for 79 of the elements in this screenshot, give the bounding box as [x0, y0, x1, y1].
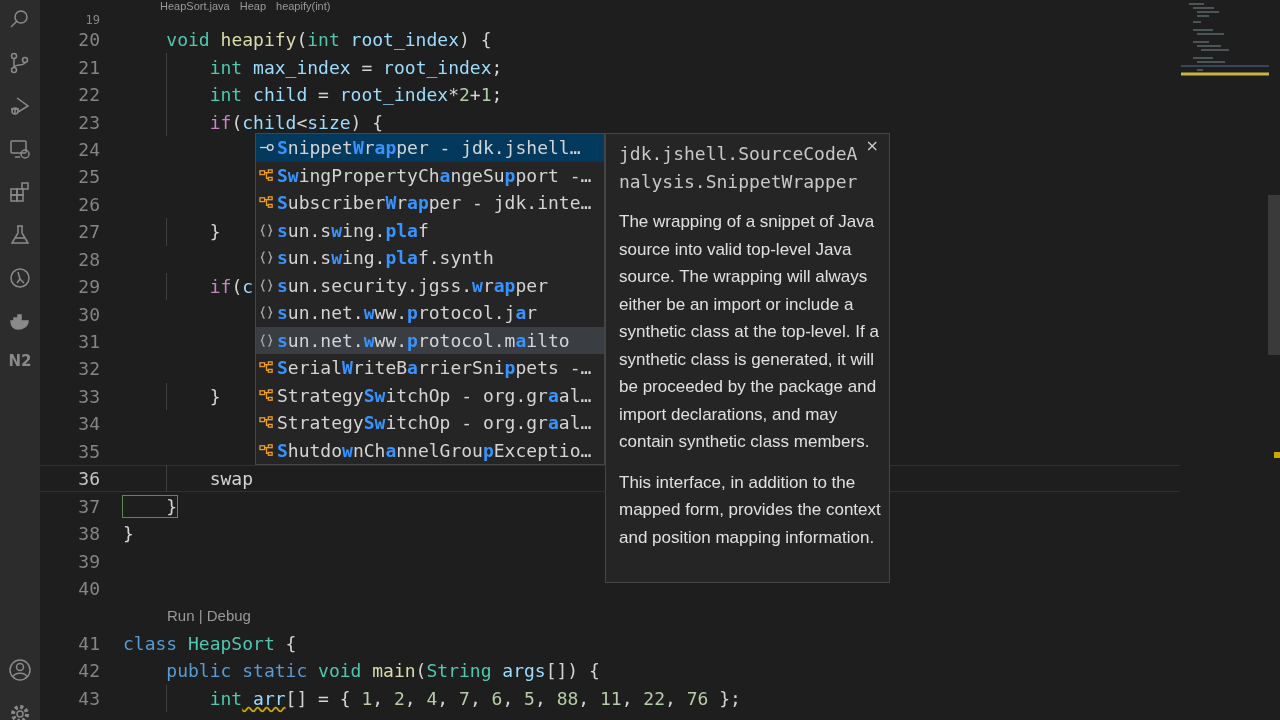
line-number: 27 [77, 221, 100, 243]
code-line: } [208, 385, 221, 407]
line-number: 31 [77, 331, 100, 353]
line-number: 36 [77, 468, 100, 490]
line-number: 20 [77, 29, 100, 51]
code-line: if(child<size) { [208, 111, 384, 133]
code-line: int arr[] = { 1, 2, 4, 7, 6, 5, 88, 11, 22, 76 }; [208, 687, 741, 709]
code-line: } [123, 495, 178, 517]
line-number: 41 [77, 632, 100, 654]
extension-logo[interactable]: N2 [8, 352, 32, 370]
suggestion-item[interactable]: SerialWriteBa rrierSnippets -… [256, 354, 604, 382]
code-line: class HeapSort { [123, 632, 297, 654]
line-number: 30 [77, 303, 100, 325]
line-number: 22 [77, 84, 100, 106]
line-number: 29 [77, 276, 100, 298]
flask-icon[interactable] [8, 223, 32, 247]
line-number: 39 [77, 550, 100, 572]
codelens-link[interactable]: Run | Debug [167, 607, 251, 625]
line-number: 19 [84, 12, 100, 27]
suggestion-item[interactable]: SubscriberWrapper - jdk.inte… [256, 189, 604, 217]
braces-icon [259, 305, 274, 321]
suggestion-item[interactable]: sun.net.www.p rotocol.j ar [256, 299, 604, 327]
line-number: 34 [77, 413, 100, 435]
extensions-icon[interactable] [8, 180, 32, 204]
details-title: jdk.jshell.SourceCodeAnalysis.SnippetWrapper [619, 142, 859, 194]
suggestion-item[interactable]: StrategySwitchOp - org.graal… [256, 381, 604, 409]
line-number: 23 [77, 111, 100, 133]
breadcrumb-item[interactable]: Heap [239, 0, 266, 13]
class-icon [259, 195, 274, 211]
braces-icon [259, 332, 274, 348]
suggestion-item[interactable]: sun.swing.plaf.synth [256, 244, 604, 272]
class-icon [259, 360, 274, 376]
run-debug-icon[interactable] [8, 94, 32, 118]
code-line: } [123, 523, 134, 545]
suggestion-item[interactable]: StrategySwitchOp - org.graal… [256, 409, 604, 437]
code-line: public static void main(String args[]) { [165, 660, 600, 682]
code-line: void heapify(int root_index) { [165, 29, 492, 51]
code-line: int max_index = root_index; [208, 56, 503, 78]
line-number: 21 [77, 56, 100, 78]
scrollbar-thumb[interactable] [1268, 195, 1280, 355]
line-number: 37 [77, 495, 100, 517]
braces-icon [259, 250, 274, 266]
braces-icon [259, 277, 274, 293]
line-number: 24 [77, 138, 100, 160]
class-icon [259, 415, 274, 431]
braces-icon [259, 222, 274, 238]
line-number: 35 [77, 440, 100, 462]
line-number: 25 [77, 166, 100, 188]
settings-icon[interactable] [8, 702, 32, 720]
breadcrumb-item[interactable]: heapify(int) [276, 0, 331, 13]
suggestion-item[interactable]: sun.security.jgss.wrapper [256, 271, 604, 299]
code-line: swap [208, 468, 254, 490]
line-number: 40 [77, 577, 100, 599]
line-number: 38 [77, 523, 100, 545]
line-number: 42 [77, 660, 100, 682]
suggestion-item[interactable]: sun.net.www.p rotocol.mailto [256, 326, 604, 354]
line-number: 28 [77, 248, 100, 270]
code-line: int child = root_index*2+1; [208, 84, 503, 106]
breadcrumb-item[interactable]: HeapSort.java [160, 0, 230, 13]
class-icon [259, 387, 274, 403]
warning-marker [1274, 452, 1280, 458]
line-number: 33 [77, 385, 100, 407]
account-icon[interactable] [8, 658, 32, 682]
remote-explorer-icon[interactable] [8, 137, 32, 161]
code-line: if(c [208, 276, 254, 298]
suggestion-item[interactable]: ShutdownChannelGroupExceptio… [256, 436, 604, 464]
class-icon [259, 442, 274, 458]
line-number: 26 [77, 193, 100, 215]
details-paragraph: The wrapping of a snippet of Java source into valid top-level Java source. The wrapping will always either be an import or include a synthetic class at the top-level. If a synthetic class is generated, it will be proceeded by the package and import declarations, and may contain synthetic class members. [619, 211, 880, 453]
code-line: } [208, 221, 221, 243]
suggestion-item[interactable]: SnippetWrapper - jdk.jshell… [256, 134, 604, 162]
suggestion-item[interactable]: sun.swing.plaf [256, 216, 604, 244]
details-paragraph: This interface, in addition to the mapped form, provides the context and position mapping information. [619, 471, 881, 549]
compass-icon[interactable] [8, 266, 32, 290]
close-button[interactable]: × [865, 136, 879, 155]
line-number: 43 [77, 687, 100, 709]
line-number: 32 [77, 358, 100, 380]
class-icon [259, 167, 274, 183]
suggestion-item[interactable]: SwingPropertyChangeSupport -… [256, 161, 604, 189]
